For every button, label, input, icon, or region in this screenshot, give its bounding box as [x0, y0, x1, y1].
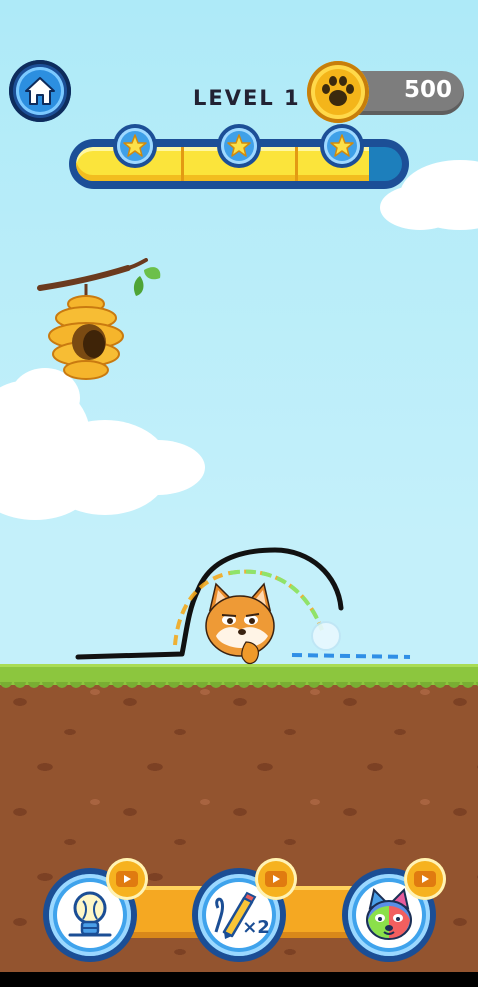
video-ad-icon — [273, 875, 280, 883]
progress-divider — [295, 147, 298, 181]
lightbulb-icon — [68, 891, 112, 937]
game-stage[interactable]: LEVEL 1 500 ×2 — [0, 0, 478, 987]
coin-value: 500 — [403, 77, 452, 103]
video-ad-icon — [124, 875, 131, 883]
shiba-dog-icon[interactable] — [202, 580, 280, 670]
beehive-icon — [37, 258, 161, 380]
system-nav-bar — [0, 972, 478, 987]
progress-divider — [181, 147, 184, 181]
skin-video-button[interactable] — [404, 858, 446, 900]
extra-ink-video-button[interactable] — [255, 858, 297, 900]
star-icon — [330, 134, 354, 157]
rainbow-dog-icon — [366, 888, 412, 940]
level-label: LEVEL 1 — [193, 86, 301, 110]
progress-star-3 — [320, 124, 364, 168]
grass-edge — [0, 682, 478, 690]
hint-video-button[interactable] — [106, 858, 148, 900]
extra-ink-multiplier: ×2 — [242, 916, 270, 938]
progress-star-1 — [113, 124, 157, 168]
home-icon — [25, 77, 55, 105]
star-icon — [123, 134, 147, 157]
progress-star-2 — [217, 124, 261, 168]
home-button[interactable] — [9, 60, 71, 122]
video-ad-icon — [422, 875, 429, 883]
paw-coin-icon — [307, 61, 369, 123]
star-icon — [227, 134, 251, 157]
